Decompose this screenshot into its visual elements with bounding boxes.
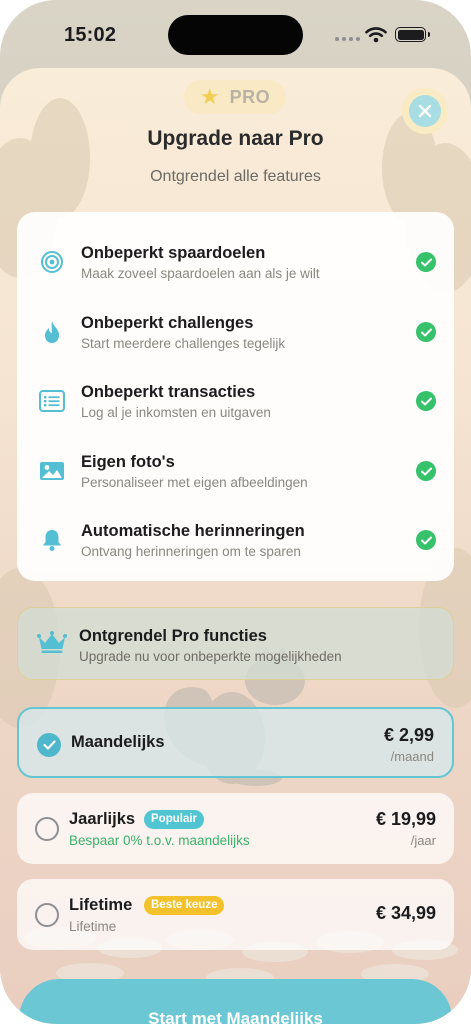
feature-title: Onbeperkt spaardoelen bbox=[81, 244, 266, 262]
start-subscription-button[interactable]: Start met Maandelijks bbox=[19, 979, 452, 1024]
checkmark-icon bbox=[416, 530, 436, 550]
plan-name: Jaarlijks bbox=[69, 810, 136, 828]
feature-unlimited-goals: Onbeperkt spaardoelen Maak zoveel spaard… bbox=[17, 244, 454, 308]
checkmark-icon bbox=[416, 461, 436, 481]
plan-lifetime[interactable]: Lifetime Beste keuze Lifetime € 34,99 bbox=[17, 879, 454, 950]
feature-title: Automatische herinneringen bbox=[81, 522, 305, 540]
plan-name: Maandelijks bbox=[71, 733, 165, 751]
signal-icon bbox=[335, 37, 360, 41]
feature-description: Personaliseer met eigen afbeeldingen bbox=[81, 475, 308, 490]
features-card: Onbeperkt spaardoelen Maak zoveel spaard… bbox=[17, 212, 454, 581]
best-choice-badge: Beste keuze bbox=[144, 896, 225, 915]
battery-icon bbox=[395, 27, 430, 42]
checkmark-icon bbox=[416, 322, 436, 342]
plan-monthly[interactable]: Maandelijks € 2,99 /maand bbox=[17, 707, 454, 778]
photo-icon bbox=[38, 457, 66, 485]
feature-title: Eigen foto's bbox=[81, 453, 175, 471]
unlock-pro-card: Ontgrendel Pro functies Upgrade nu voor … bbox=[17, 607, 454, 680]
feature-unlimited-challenges: Onbeperkt challenges Start meerdere chal… bbox=[17, 314, 454, 378]
wifi-icon bbox=[365, 27, 387, 43]
pro-badge-label: PRO bbox=[229, 86, 271, 107]
plan-savings: Bespaar 0% t.o.v. maandelijks bbox=[69, 833, 250, 848]
screen: 15:02 ★ PRO Upgrade naar Pro Ontgrendel … bbox=[0, 0, 471, 1024]
crown-icon bbox=[36, 630, 68, 659]
plan-subtitle: Lifetime bbox=[69, 919, 117, 934]
upgrade-sheet: ★ PRO Upgrade naar Pro Ontgrendel alle f… bbox=[0, 68, 471, 1024]
page-title: Upgrade naar Pro bbox=[147, 127, 324, 150]
feature-reminders: Automatische herinneringen Ontvang herin… bbox=[17, 522, 454, 586]
cta-label: Start met Maandelijks bbox=[148, 1009, 323, 1024]
unlock-title: Ontgrendel Pro functies bbox=[79, 627, 267, 645]
bell-icon bbox=[38, 526, 66, 554]
target-icon bbox=[38, 248, 66, 276]
feature-title: Onbeperkt transacties bbox=[81, 383, 256, 401]
popular-badge: Populair bbox=[144, 810, 205, 829]
close-icon bbox=[409, 95, 441, 127]
plan-period: /maand bbox=[390, 749, 434, 764]
plan-yearly[interactable]: Jaarlijks Populair Bespaar 0% t.o.v. maa… bbox=[17, 793, 454, 864]
feature-description: Ontvang herinneringen om te sparen bbox=[81, 544, 301, 559]
checkmark-icon bbox=[416, 391, 436, 411]
plan-period: /jaar bbox=[410, 833, 436, 848]
sheet-content: ★ PRO Upgrade naar Pro Ontgrendel alle f… bbox=[0, 68, 471, 1024]
feature-description: Log al je inkomsten en uitgaven bbox=[81, 405, 271, 420]
page-subtitle: Ontgrendel alle features bbox=[150, 168, 321, 185]
feature-title: Onbeperkt challenges bbox=[81, 314, 254, 332]
flame-icon bbox=[38, 318, 66, 346]
plan-price: € 19,99 bbox=[375, 809, 436, 829]
list-icon bbox=[38, 387, 66, 415]
radio-unchecked-icon[interactable] bbox=[35, 817, 59, 841]
checkmark-icon bbox=[416, 252, 436, 272]
dynamic-island bbox=[168, 15, 303, 55]
status-bar: 15:02 bbox=[0, 0, 471, 64]
radio-unchecked-icon[interactable] bbox=[35, 903, 59, 927]
radio-checked-icon[interactable] bbox=[37, 733, 61, 757]
status-time: 15:02 bbox=[64, 24, 117, 46]
unlock-description: Upgrade nu voor onbeperkte mogelijkheden bbox=[79, 649, 342, 664]
feature-description: Start meerdere challenges tegelijk bbox=[81, 336, 286, 351]
feature-description: Maak zoveel spaardoelen aan als je wilt bbox=[81, 266, 320, 281]
plan-name: Lifetime bbox=[69, 896, 133, 914]
star-icon: ★ bbox=[199, 84, 220, 109]
pro-badge: ★ PRO bbox=[184, 80, 286, 114]
plan-price: € 34,99 bbox=[375, 903, 436, 923]
feature-unlimited-transactions: Onbeperkt transacties Log al je inkomste… bbox=[17, 383, 454, 447]
plan-price: € 2,99 bbox=[383, 725, 434, 745]
feature-own-photos: Eigen foto's Personaliseer met eigen afb… bbox=[17, 453, 454, 517]
